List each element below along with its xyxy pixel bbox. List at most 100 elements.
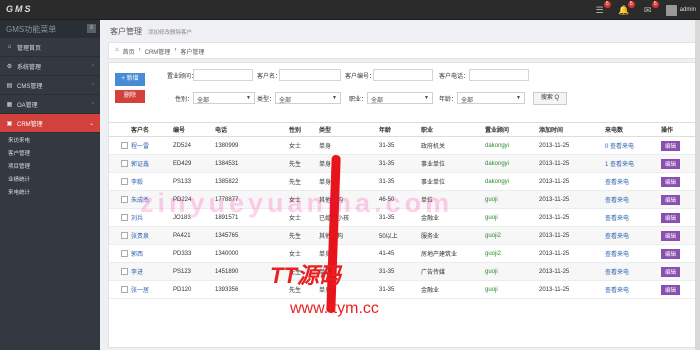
table-row: 郭证鑫 ED429 1384531 先生 单身 31-35 事业单位 dakongyi 2013… <box>109 155 697 173</box>
view-calls-link[interactable]: 查看来电 <box>605 263 629 280</box>
sidebar-subitem-call-stats[interactable]: 来电统计 <box>0 185 100 198</box>
gender-select[interactable]: 全部 ▼ <box>193 92 255 104</box>
sidebar-item-label: 系统管理 <box>17 64 42 71</box>
view-calls-link[interactable]: 查看来电 <box>605 245 629 262</box>
breadcrumb-home[interactable]: 首页 <box>123 47 135 56</box>
home-icon: ⌂ <box>115 47 119 53</box>
job-select[interactable]: 全部 ▼ <box>367 92 433 104</box>
view-calls-link[interactable]: 查看来电 <box>605 173 629 190</box>
age-select-value: 全部 <box>461 98 474 104</box>
table-row: 张一居 PD120 1393356 先生 单身 31-35 金融业 guoji 2013-11-… <box>109 281 697 299</box>
op-cell: 编辑 <box>661 281 681 298</box>
edit-button[interactable]: 编辑 <box>661 194 681 205</box>
edit-button[interactable]: 编辑 <box>661 248 681 259</box>
edit-button[interactable]: 编辑 <box>661 212 681 223</box>
delete-button[interactable]: 删除 <box>115 90 145 103</box>
page-subtitle: 添加修改删除客户 <box>148 30 193 36</box>
row-checkbox[interactable] <box>121 268 128 275</box>
sidebar-item-oa[interactable]: ▦ OA管理 ‹ <box>0 95 100 114</box>
edit-button[interactable]: 编辑 <box>661 230 681 241</box>
menu-toggle-icon[interactable]: ≡ <box>87 24 96 33</box>
search-button[interactable]: 搜索 Q <box>533 92 567 105</box>
age-select[interactable]: 全部 ▼ <box>457 92 525 104</box>
edit-button[interactable]: 编辑 <box>661 176 681 187</box>
edit-button[interactable]: 编辑 <box>661 284 681 295</box>
filter-label-no: 客户编号： <box>345 74 376 80</box>
app-logo[interactable]: GMS <box>6 4 33 14</box>
messages-icon[interactable]: ✉ 5 <box>642 1 659 16</box>
customer-advisor: dakongyi <box>485 142 510 149</box>
customer-phone-input[interactable] <box>469 69 529 81</box>
row-checkbox[interactable] <box>121 214 128 221</box>
customer-advisor: dakongyi <box>485 178 510 185</box>
sidebar-subitem-customers[interactable]: 客户管理 <box>0 146 100 159</box>
customer-name-link[interactable]: 郭西 <box>131 245 143 262</box>
customer-name-link[interactable]: 张一居 <box>131 281 149 298</box>
job-select-value: 全部 <box>371 98 384 104</box>
customer-name-link[interactable]: 张贵泉 <box>131 227 149 244</box>
chevron-down-icon: ⌄ <box>88 121 94 127</box>
row-checkbox[interactable] <box>121 250 128 257</box>
sidebar-subitem-visits[interactable]: 来访来电 <box>0 133 100 146</box>
sidebar-item-label: OA管理 <box>17 102 38 109</box>
edit-button[interactable]: 编辑 <box>661 140 681 151</box>
edit-button[interactable]: 编辑 <box>661 158 681 169</box>
user-menu[interactable]: admin <box>665 4 696 16</box>
view-calls-link[interactable]: 查看来电 <box>605 227 629 244</box>
advisor-input[interactable] <box>193 69 253 81</box>
sidebar-item-cms[interactable]: ▤ CMS管理 ‹ <box>0 76 100 95</box>
sidebar-item-system[interactable]: ⚙ 系统管理 ‹ <box>0 57 100 76</box>
customer-advisor: guoji2 <box>485 232 502 239</box>
customer-name-link[interactable]: 郭证鑫 <box>131 155 149 172</box>
customer-name-link[interactable]: 程一雷 <box>131 137 149 154</box>
customer-name-link[interactable]: 李进 <box>131 263 143 280</box>
filter-label-gender: 性别： <box>175 97 194 103</box>
customer-job: 金融业 <box>421 288 440 294</box>
sidebar-item-home[interactable]: ⌂ 管理首页 <box>0 38 100 57</box>
row-checkbox[interactable] <box>121 142 128 149</box>
filter-label-age: 年龄： <box>439 97 458 103</box>
view-calls-link[interactable]: 查看来电 <box>605 191 629 208</box>
customer-advisor: guoji <box>485 268 498 275</box>
sidebar-item-crm[interactable]: ▣ CRM管理 ⌄ <box>0 114 100 133</box>
notifications-icon[interactable]: 🔔 5 <box>618 1 635 16</box>
breadcrumb-crm[interactable]: CRM管理 <box>145 47 171 56</box>
customer-job: 事业单位 <box>421 162 446 168</box>
gender-select-value: 全部 <box>197 98 210 104</box>
sidebar-subitem-performance[interactable]: 业绩统计 <box>0 172 100 185</box>
row-checkbox[interactable] <box>121 178 128 185</box>
brand-url-watermark: www.ttym.cc <box>290 300 379 317</box>
view-calls-link[interactable]: 查看来电 <box>605 281 629 298</box>
pinyin-watermark: zinyueyuanma.com <box>140 188 454 218</box>
avatar <box>665 4 677 16</box>
added-date: 2013-11-25 <box>539 232 570 239</box>
sidebar-title-text: GMS功能菜单 <box>6 25 57 34</box>
col-header: 添加时间 <box>539 128 564 134</box>
view-calls-link[interactable]: 1 查看来电 <box>605 155 634 172</box>
col-header: 职业 <box>421 128 434 134</box>
edit-button[interactable]: 编辑 <box>661 266 681 277</box>
vertical-scrollbar[interactable] <box>695 20 700 350</box>
filter-label-name: 客户名： <box>257 74 282 80</box>
add-button[interactable]: + 新增 <box>115 73 145 86</box>
tasks-icon[interactable]: ☰ 5 <box>594 1 611 16</box>
op-cell: 编辑 <box>661 263 681 280</box>
customer-code: PD333 <box>173 250 192 257</box>
customer-no-input[interactable] <box>373 69 433 81</box>
breadcrumb-separator: › <box>138 47 141 53</box>
oa-icon: ▦ <box>6 101 13 108</box>
view-calls-link[interactable]: 查看来电 <box>605 209 629 226</box>
customer-phone: 1384531 <box>215 160 239 167</box>
customer-advisor: guoji <box>485 286 498 293</box>
row-checkbox[interactable] <box>121 196 128 203</box>
row-checkbox[interactable] <box>121 232 128 239</box>
view-calls-link[interactable]: 0 查看来电 <box>605 137 634 154</box>
page-header: 客户管理 添加修改删除客户 <box>100 20 700 41</box>
col-header: 年龄 <box>379 128 392 134</box>
customer-age: 31-35 <box>379 142 395 149</box>
row-checkbox[interactable] <box>121 286 128 293</box>
customer-name-input[interactable] <box>279 69 341 81</box>
sidebar-subitem-projects[interactable]: 项目管理 <box>0 159 100 172</box>
type-select[interactable]: 全部 ▼ <box>275 92 341 104</box>
row-checkbox[interactable] <box>121 160 128 167</box>
